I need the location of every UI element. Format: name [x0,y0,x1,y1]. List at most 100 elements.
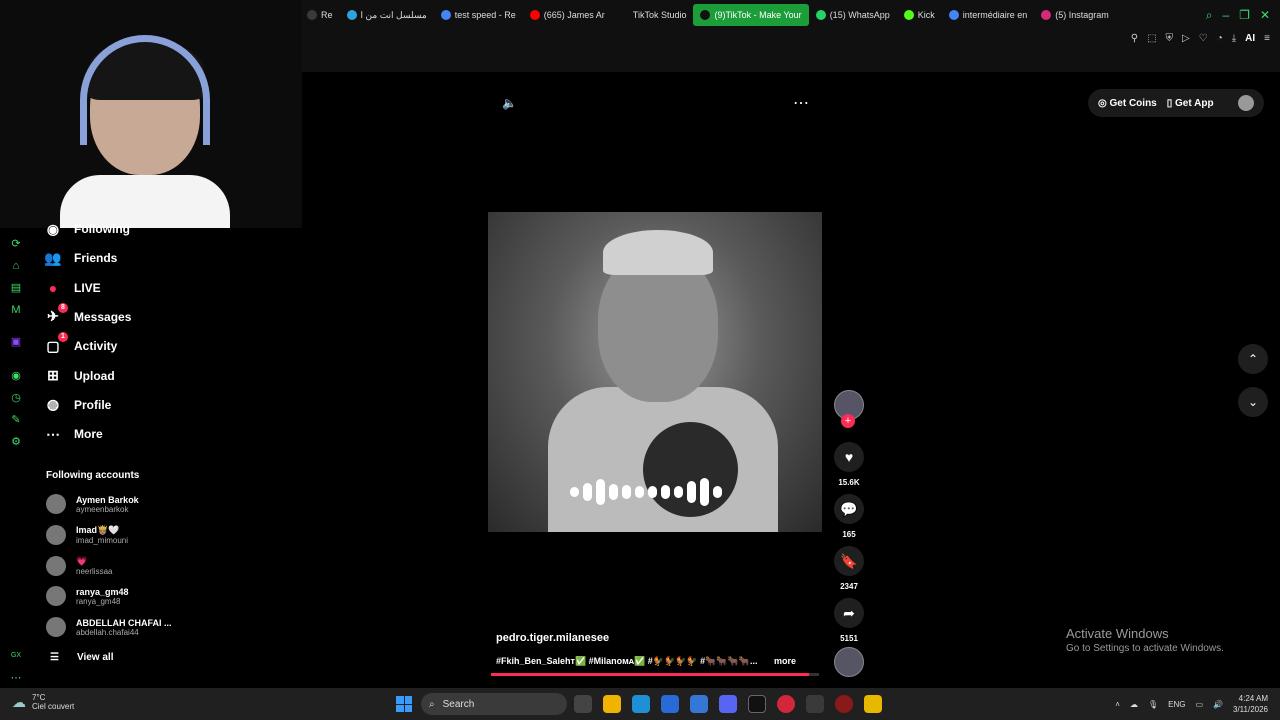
following-account-item[interactable]: 💗 neerlissaa [46,555,112,576]
clock-icon[interactable]: ◷ [10,392,22,404]
following-account-item[interactable]: Imad🤴🏽🤍 imad_mimouni [46,524,129,545]
creator-avatar[interactable]: + [832,390,866,428]
unreal-icon[interactable] [806,695,824,713]
browser-tab[interactable]: test speed - Re [434,4,523,26]
opera-gx-icon[interactable] [777,695,795,713]
file-explorer-icon[interactable] [603,695,621,713]
ai-button[interactable]: AI [1245,33,1255,44]
close-icon[interactable]: ✕ [1260,8,1270,23]
following-account-item[interactable]: Aymen Barkok aymeenbarkok [46,494,139,514]
download-icon[interactable]: ⤓ [1232,33,1236,44]
chart-icon[interactable]: ▤ [10,282,22,294]
browser-tab[interactable]: Kick [897,4,942,26]
browser-tab[interactable]: (15) WhatsApp [809,4,897,26]
volume-icon[interactable]: 🔊 [1213,700,1223,709]
bot-icon[interactable]: ⌂ [10,260,22,272]
browser-tab[interactable]: intermédiaire en [942,4,1035,26]
previous-video-button[interactable]: ⌃ [1238,344,1268,374]
view-all-link[interactable]: ☰ View all [50,652,113,663]
nav-item-activity[interactable]: ▢ 1 Activity [44,332,117,355]
list-icon: ☰ [50,652,59,663]
maximize-icon[interactable]: ❐ [1239,8,1250,23]
video-username[interactable]: pedro.tiger.milanesee [496,632,609,644]
obs-icon[interactable] [835,695,853,713]
pin-icon[interactable]: ⚲ [1131,33,1138,44]
browser-tab[interactable]: (665) James Ar [523,4,612,26]
following-account-item[interactable]: ABDELLAH CHAFAI ... abdellah.chafai44 [46,617,172,638]
browser-tab-label: مسلسل انت من ا [360,9,427,20]
settings-icon[interactable]: ⚙ [10,436,22,448]
nav-item-profile[interactable]: ◍ Profile [44,396,111,414]
video-progress-bar[interactable] [491,673,819,676]
nav-item-following[interactable]: ◉ Following [44,220,130,238]
nav-item-live[interactable]: ● LIVE [44,279,101,297]
heart-icon[interactable]: ♡ [1199,33,1208,44]
clock[interactable]: 4:24 AM 3/11/2026 [1233,693,1268,715]
music-disc[interactable] [832,647,866,677]
browser-tab-label: (5) Instagram [1055,10,1109,20]
caption-more-button[interactable]: more [774,656,796,666]
gx-icon[interactable]: GX [10,650,22,662]
browser-tab-label: (15) WhatsApp [829,10,890,20]
weather-widget[interactable]: ☁ 7°C Ciel couvert [12,693,74,711]
task-view-icon[interactable] [574,695,592,713]
browser-tab[interactable]: TikTok Studio [612,4,694,26]
nav-item-messages[interactable]: ✈ 8 Messages [44,302,131,326]
minimize-icon[interactable]: – [1222,8,1229,23]
save-button[interactable]: 🔖 2347 [832,546,866,591]
chevron-up-icon[interactable]: ˄ [1115,700,1120,709]
share-button[interactable]: ➦ 5151 [832,598,866,643]
m-icon[interactable]: M [10,304,22,316]
video-options-icon[interactable]: ⋯ [793,93,810,113]
view-all-label: View all [76,652,114,663]
nav-item-more[interactable]: ⋯ More [44,425,103,443]
taskbar-search[interactable]: ⌕ Search [421,693,567,715]
nav-item-upload[interactable]: ⊞ Upload [44,367,115,385]
browser-tab[interactable]: (9)TikTok - Make Your [693,4,809,26]
browser-tab-label: (665) James Ar [543,10,605,20]
twitch-icon[interactable]: ▣ [10,336,22,348]
following-account-item[interactable]: ranya_gm48 ranya_gm48 [46,586,129,607]
browser-tab[interactable]: (5) Instagram [1034,4,1116,26]
menu-icon[interactable]: ≡ [1264,33,1270,44]
epic-games-icon[interactable] [748,695,766,713]
user-avatar[interactable] [1238,95,1254,111]
account-icon[interactable]: ◔ [1217,33,1223,44]
play-circle-icon[interactable]: ◉ [10,370,22,382]
follow-plus-icon[interactable]: + [841,414,855,428]
get-coins-label: Get Coins [1109,97,1157,109]
mic-icon[interactable]: 🎙 [1148,700,1158,709]
get-coins-button[interactable]: ◎ Get Coins [1098,98,1157,109]
account-name: ranya_gm48 [76,586,129,597]
account-handle: imad_mimouni [76,535,129,545]
windows-start-icon[interactable] [396,696,412,712]
browser-tab[interactable]: Re [300,4,340,26]
video-player[interactable] [488,212,822,532]
like-button[interactable]: ♥ 15.6K [832,442,866,487]
puzzle-icon[interactable]: ✎ [10,414,22,426]
next-video-button[interactable]: ⌄ [1238,387,1268,417]
upload-icon: ⊞ [47,367,59,383]
tiktok-icon [618,10,629,20]
discord-icon[interactable] [719,695,737,713]
outlook-icon[interactable] [690,695,708,713]
more-dots-icon[interactable]: ⋯ [10,672,22,684]
display-icon[interactable]: ▭ [1195,700,1203,709]
play-icon[interactable]: ▷ [1182,33,1190,44]
screenshot-icon[interactable]: ⬚ [1147,33,1156,44]
nav-item-friends[interactable]: 👥 Friends [44,249,117,267]
network-icon[interactable]: ☁ [1130,700,1138,709]
comment-button[interactable]: 💬 165 [832,494,866,539]
edge-icon[interactable] [632,695,650,713]
store-icon[interactable] [661,695,679,713]
search-icon[interactable]: ⌕ [1206,8,1213,23]
get-app-button[interactable]: ▯ Get App [1167,98,1214,109]
refresh-icon[interactable]: ⟳ [10,238,22,250]
volume-icon[interactable]: 🔈 [502,96,517,110]
webcam-overlay [0,0,302,228]
shield-icon[interactable]: ⛨ [1166,33,1174,44]
search-icon: ⌕ [429,698,435,710]
language-indicator[interactable]: ENG [1168,700,1185,709]
app-icon[interactable] [864,695,882,713]
browser-tab[interactable]: مسلسل انت من ا [340,4,434,26]
